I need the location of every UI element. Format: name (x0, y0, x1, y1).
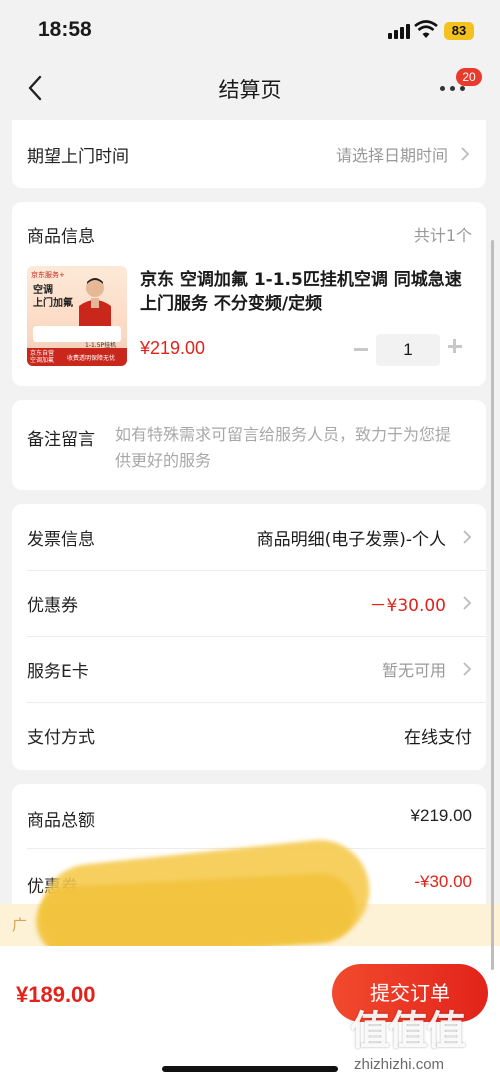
cellular-signal-icon (388, 23, 410, 39)
watermark: 值值值 zhizhizhi.com (342, 998, 492, 1078)
thumb-headline: 空调 上门加氟 (33, 285, 73, 309)
chevron-right-icon (463, 596, 472, 610)
ecard-row[interactable]: 服务E卡 暂无可用 (12, 636, 486, 702)
invoice-value: 商品明细(电子发票)-个人 (256, 530, 446, 550)
page-title: 结算页 (218, 78, 282, 102)
watermark-logo: 值值值 (350, 1008, 466, 1054)
coupon-label: 优惠券 (27, 596, 78, 616)
watermark-site: zhizhizhi.com (354, 1056, 445, 1073)
order-info-card: 发票信息 商品明细(电子发票)-个人 优惠券 －¥30.00 服务E卡 暂无可用… (12, 504, 486, 770)
ecard-value: 暂无可用 (381, 661, 446, 680)
wifi-icon (414, 20, 438, 38)
promo-banner-text: 广 (12, 916, 28, 934)
more-menu-icon[interactable] (440, 86, 468, 94)
payment-value: 在线支付 (404, 728, 472, 748)
battery-indicator: 83 (444, 22, 474, 40)
invoice-row[interactable]: 发票信息 商品明细(电子发票)-个人 (12, 504, 486, 570)
payment-label: 支付方式 (27, 728, 95, 748)
visit-time-label: 期望上门时间 (27, 147, 129, 167)
thumb-brand-line: 京东服务+ (31, 271, 65, 279)
thumb-bar-left: 京东自营 空调加氟 (30, 350, 55, 364)
coupon-value: －¥30.00 (369, 596, 446, 616)
nav-bar: 结算页 20 (0, 60, 500, 116)
ecard-label: 服务E卡 (27, 662, 89, 682)
product-count: 共计1个 (413, 226, 472, 245)
remark-input[interactable]: 如有特殊需求可留言给服务人员，致力于为您提供更好的服务 (115, 422, 465, 474)
remark-label: 备注留言 (27, 430, 95, 450)
quantity-decrease-button[interactable] (354, 348, 368, 351)
product-price: ¥219.00 (140, 338, 206, 358)
status-bar: 18:58 83 (0, 0, 500, 60)
notification-badge: 20 (456, 68, 482, 86)
order-total: ¥189.00 (16, 982, 96, 1007)
chevron-right-icon (463, 662, 472, 676)
quantity-increase-button[interactable] (448, 338, 464, 354)
product-info-card: 商品信息 共计1个 京东服务+ 空调 上门加氟 1-1.5P挂机 京东自营 空调… (12, 202, 486, 386)
product-thumbnail[interactable]: 京东服务+ 空调 上门加氟 1-1.5P挂机 京东自营 空调加氟 收费透明保障无… (27, 266, 127, 366)
goods-total-value: ¥219.00 (410, 806, 472, 825)
quantity-input[interactable]: 1 (376, 334, 440, 366)
goods-total-label: 商品总额 (27, 811, 95, 831)
status-time: 18:58 (38, 18, 92, 41)
thumb-bar-right: 收费透明保障无忧 (67, 355, 116, 362)
summary-coupon-value: -¥30.00 (414, 872, 472, 891)
home-indicator[interactable] (162, 1066, 338, 1072)
chevron-right-icon (461, 147, 470, 161)
payment-method-row[interactable]: 支付方式 在线支付 (12, 702, 486, 768)
thumb-bottom-bar: 京东自营 空调加氟 收费透明保障无忧 (27, 348, 127, 366)
coupon-row[interactable]: 优惠券 －¥30.00 (12, 570, 486, 636)
invoice-label: 发票信息 (27, 530, 95, 550)
product-name[interactable]: 京东 空调加氟 1-1.5匹挂机空调 同城急速上门服务 不分变频/定频 (140, 268, 470, 316)
product-section-title: 商品信息 (27, 227, 95, 247)
visit-time-row[interactable]: 期望上门时间 请选择日期时间 (12, 120, 486, 188)
chevron-right-icon (463, 530, 472, 544)
visit-time-placeholder[interactable]: 请选择日期时间 (336, 142, 448, 166)
scrollbar[interactable] (491, 240, 494, 970)
remark-card[interactable]: 备注留言 如有特殊需求可留言给服务人员，致力于为您提供更好的服务 (12, 400, 486, 490)
